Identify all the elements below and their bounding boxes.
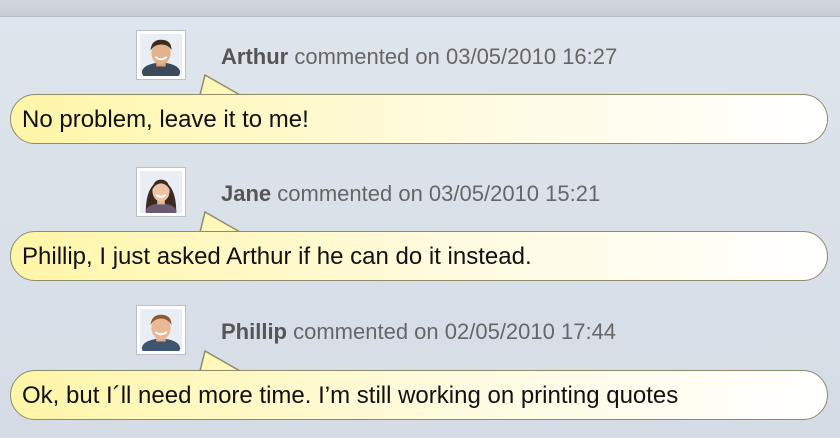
- avatar[interactable]: [136, 167, 186, 217]
- comment-item: Jane commented on 03/05/2010 15:21 Phill…: [0, 167, 840, 287]
- comment-timestamp: commented on 02/05/2010 17:44: [293, 319, 617, 344]
- comments-panel: Arthur commented on 03/05/2010 16:27 No …: [0, 17, 840, 438]
- avatar[interactable]: [136, 30, 186, 80]
- comment-timestamp: commented on 03/05/2010 15:21: [277, 181, 601, 206]
- comment-item: Phillip commented on 02/05/2010 17:44 Ok…: [0, 305, 840, 430]
- user-avatar-icon: [140, 171, 182, 213]
- comment-timestamp: commented on 03/05/2010 16:27: [294, 44, 618, 69]
- comment-author[interactable]: Arthur: [221, 44, 288, 69]
- comment-meta: Phillip commented on 02/05/2010 17:44: [221, 319, 616, 345]
- comment-text: Phillip, I just asked Arthur if he can d…: [22, 243, 532, 270]
- avatar[interactable]: [136, 305, 186, 355]
- comment-author[interactable]: Jane: [221, 181, 271, 206]
- user-avatar-icon: [140, 34, 182, 76]
- comment-bubble: Phillip, I just asked Arthur if he can d…: [10, 231, 828, 281]
- comment-meta: Jane commented on 03/05/2010 15:21: [221, 181, 600, 207]
- comment-item: Arthur commented on 03/05/2010 16:27 No …: [0, 30, 840, 150]
- comment-bubble: No problem, leave it to me!: [10, 94, 828, 144]
- comment-text: Ok, but I´ll need more time. I’m still w…: [22, 382, 679, 409]
- top-toolbar-strip: [0, 0, 840, 17]
- comment-bubble: Ok, but I´ll need more time. I’m still w…: [10, 370, 828, 420]
- comment-meta: Arthur commented on 03/05/2010 16:27: [221, 44, 617, 70]
- comment-text: No problem, leave it to me!: [22, 106, 309, 133]
- comment-author[interactable]: Phillip: [221, 319, 287, 344]
- user-avatar-icon: [140, 309, 182, 351]
